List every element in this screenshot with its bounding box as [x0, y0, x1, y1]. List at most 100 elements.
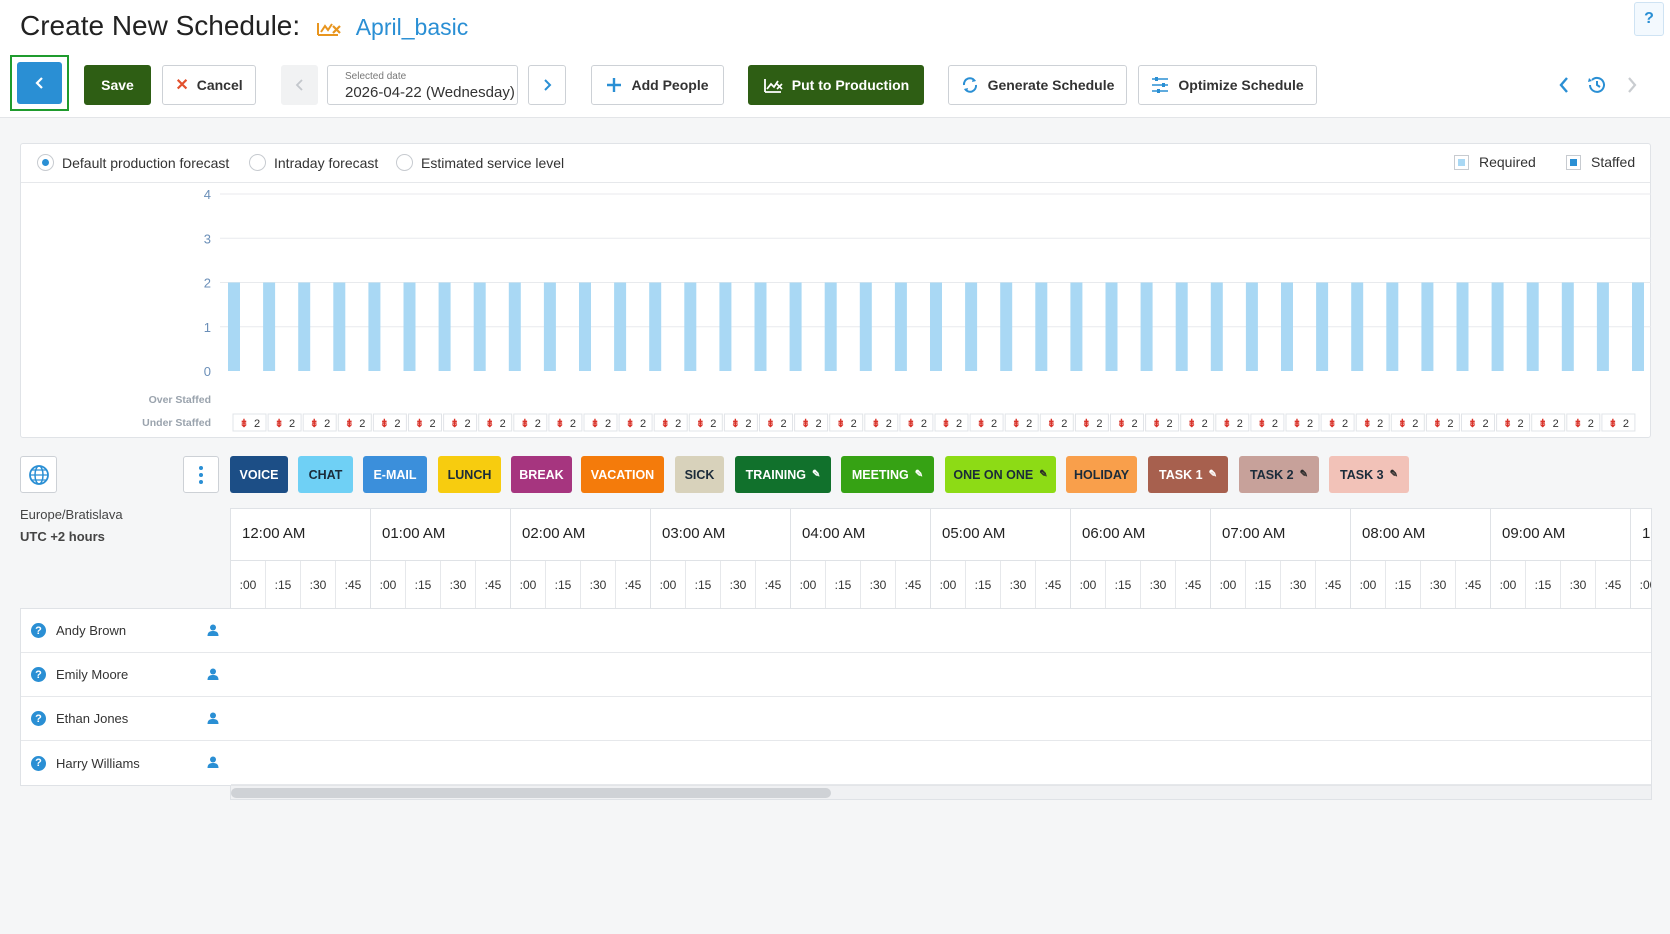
under-staffed-cell: [583, 413, 618, 432]
activity-tag-sick[interactable]: SICK: [675, 456, 724, 493]
timezone-button[interactable]: [20, 456, 57, 493]
schedule-icon: [316, 12, 342, 36]
under-staffed-arrow: ⇟: [1292, 418, 1301, 430]
optimize-schedule-button[interactable]: Optimize Schedule: [1138, 65, 1317, 105]
activity-tag-training[interactable]: TRAINING ✎: [735, 456, 831, 493]
person-row[interactable]: ? Emily Moore: [21, 653, 231, 697]
required-bar: [579, 282, 591, 371]
undo-back-button[interactable]: [1552, 72, 1576, 98]
under-staffed-cell: [478, 413, 513, 432]
quarter-header: :00: [1351, 561, 1386, 608]
next-day-button[interactable]: [528, 65, 566, 105]
person-row[interactable]: ? Andy Brown: [21, 609, 231, 653]
under-staffed-value: 2: [465, 418, 471, 430]
question-icon[interactable]: ?: [31, 755, 46, 771]
person-row[interactable]: ? Harry Williams: [21, 741, 231, 785]
radio-intraday-forecast[interactable]: Intraday forecast: [249, 154, 378, 171]
person-row[interactable]: ? Ethan Jones: [21, 697, 231, 741]
activity-tag-holiday[interactable]: HOLIDAY: [1066, 456, 1137, 493]
add-people-button[interactable]: Add People: [591, 65, 724, 105]
under-staffed-cell: [513, 413, 548, 432]
scrollbar-thumb[interactable]: [231, 788, 831, 798]
user-icon[interactable]: [207, 623, 219, 641]
activity-tag-task-2[interactable]: TASK 2 ✎: [1239, 456, 1319, 493]
required-bar: [1000, 282, 1013, 371]
quarter-header: :30: [441, 561, 476, 608]
agent-schedule-row[interactable]: [231, 697, 1651, 741]
legend-swatch: [1566, 154, 1581, 170]
history-button[interactable]: [1584, 72, 1610, 98]
redo-forward-button[interactable]: [1620, 72, 1644, 98]
under-staffed-arrow: ⇟: [1012, 418, 1021, 430]
quarter-header: :15: [1106, 561, 1141, 608]
legend-required[interactable]: Required: [1454, 154, 1536, 170]
agent-schedule-row[interactable]: [231, 741, 1651, 785]
legend-staffed[interactable]: Staffed: [1566, 154, 1635, 170]
activity-tag-voice[interactable]: VOICE: [230, 456, 288, 493]
under-staffed-value: 2: [254, 418, 260, 430]
activity-tag-task-1[interactable]: TASK 1 ✎: [1148, 456, 1228, 493]
under-staffed-value: 2: [1588, 418, 1594, 430]
under-staffed-value: 2: [1342, 418, 1348, 430]
agent-schedule-row[interactable]: [231, 609, 1651, 653]
under-staffed-value: 2: [991, 418, 997, 430]
cancel-button[interactable]: ✕ Cancel: [162, 65, 256, 105]
under-staffed-cell: [1355, 413, 1390, 432]
y-tick-label: 1: [204, 320, 211, 335]
under-staffed-arrow: ⇟: [1082, 418, 1091, 430]
quarter-header-row: :00:15:30:45:00:15:30:45:00:15:30:45:00:…: [231, 561, 1651, 609]
under-staffed-cell: [267, 413, 302, 432]
user-icon[interactable]: [207, 667, 219, 685]
question-icon[interactable]: ?: [31, 667, 46, 682]
activity-tag-break[interactable]: BREAK: [511, 456, 572, 493]
timezone-name: Europe/Bratislava: [20, 507, 123, 522]
question-icon[interactable]: ?: [31, 623, 46, 638]
agent-schedule-row[interactable]: [231, 653, 1651, 697]
activity-tag-lunch[interactable]: LUNCH: [438, 456, 501, 493]
hour-header: 12:00 AM: [231, 509, 371, 561]
under-staffed-arrow: ⇟: [941, 418, 950, 430]
radio-default-production-forecast[interactable]: Default production forecast: [37, 154, 229, 171]
activity-tag-meeting[interactable]: MEETING ✎: [841, 456, 934, 493]
user-icon[interactable]: [207, 711, 219, 729]
under-staffed-value: 2: [956, 418, 962, 430]
required-bar: [824, 282, 837, 371]
activity-tag-e-mail[interactable]: E-MAIL: [363, 456, 427, 493]
quarter-header: :45: [476, 561, 511, 608]
activity-tag-label: TRAINING: [745, 467, 807, 482]
under-staffed-cell: [443, 413, 478, 432]
vertical-dots-icon: [199, 465, 203, 484]
under-staffed-arrow: ⇟: [766, 418, 775, 430]
under-staffed-value: 2: [570, 418, 576, 430]
under-staffed-cell: [302, 413, 337, 432]
more-options-button[interactable]: [183, 456, 219, 493]
sliders-icon: [1151, 76, 1169, 94]
radio-circle: [396, 154, 413, 171]
under-staffed-cell: [1601, 413, 1636, 432]
under-staffed-value: 2: [1412, 418, 1418, 430]
activity-tag-vacation[interactable]: VACATION: [581, 456, 664, 493]
question-icon[interactable]: ?: [31, 711, 46, 726]
activity-tag-one-on-one[interactable]: ONE ON ONE ✎: [945, 456, 1056, 493]
put-to-production-button[interactable]: Put to Production: [748, 65, 924, 105]
under-staffed-cell: [1566, 413, 1601, 432]
help-window-icon[interactable]: ?: [1634, 2, 1664, 36]
under-staffed-value: 2: [1131, 418, 1137, 430]
previous-day-button[interactable]: [281, 65, 318, 105]
activity-tag-task-3[interactable]: TASK 3 ✎: [1329, 456, 1409, 493]
save-button[interactable]: Save: [84, 65, 151, 105]
horizontal-scrollbar[interactable]: [231, 785, 1651, 799]
date-picker[interactable]: Selected date 2026-04-22 (Wednesday): [327, 65, 518, 105]
generate-schedule-button[interactable]: Generate Schedule: [948, 65, 1127, 105]
activity-tag-label: E-MAIL: [373, 467, 417, 482]
under-staffed-value: 2: [816, 418, 822, 430]
forecast-chart-panel: Default production forecast Intraday for…: [20, 143, 1651, 438]
under-staffed-value: 2: [1553, 418, 1559, 430]
quarter-header: :45: [616, 561, 651, 608]
under-staffed-value: 2: [675, 418, 681, 430]
back-button[interactable]: [17, 62, 62, 104]
radio-estimated-service-level[interactable]: Estimated service level: [396, 154, 564, 171]
activity-tag-chat[interactable]: CHAT: [298, 456, 353, 493]
hour-header: 06:00 AM: [1071, 509, 1211, 561]
user-icon[interactable]: [207, 755, 219, 773]
